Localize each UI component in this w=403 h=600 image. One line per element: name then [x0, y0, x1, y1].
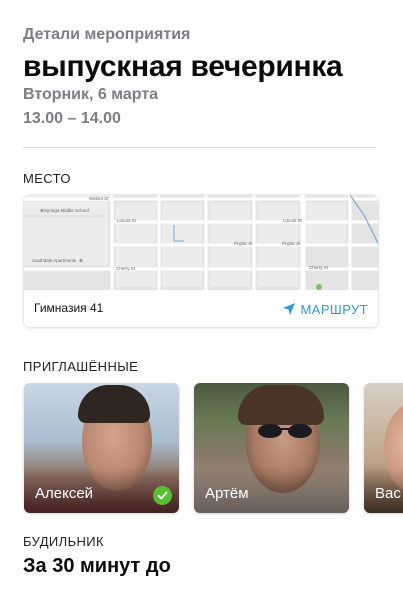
map-label-locust-2: Locust St: [283, 218, 303, 223]
event-details-card: Детали мероприятия выпускная вечеринка В…: [0, 0, 403, 600]
invited-section-label: ПРИГЛАШЁННЫЕ: [23, 359, 139, 374]
route-button[interactable]: МАРШРУТ: [282, 298, 368, 320]
map-preview[interactable]: Syringa Middle School Southdale Apartmen…: [24, 195, 378, 290]
place-card[interactable]: Syringa Middle School Southdale Apartmen…: [24, 195, 378, 327]
checkmark-icon: [153, 486, 172, 505]
navigation-arrow-icon: [282, 303, 295, 315]
map-label-school: Syringa Middle School: [44, 208, 89, 213]
event-time: 13.00 – 14.00: [23, 110, 121, 127]
event-title: выпускная вечеринка: [23, 50, 343, 83]
invited-carousel[interactable]: Алексей Артём Вас: [0, 383, 403, 515]
invitee-card[interactable]: Алексей: [24, 383, 179, 513]
map-label-poplar-1: Poplar St: [234, 241, 253, 246]
map-label-poplar-2: Poplar St: [282, 241, 301, 246]
invitee-name: Алексей: [35, 485, 94, 502]
screen-eyebrow: Детали мероприятия: [23, 26, 191, 43]
place-section-label: МЕСТО: [23, 171, 71, 186]
invitee-name: Вас: [375, 485, 401, 502]
invitee-name: Артём: [205, 485, 249, 502]
alarm-section-label: БУДИЛЬНИК: [23, 534, 105, 549]
map-label-cherry-1: Cherry St: [116, 266, 136, 271]
route-label: МАРШРУТ: [300, 301, 368, 317]
header-divider: [23, 147, 376, 148]
map-label-locust-1: Locust St: [117, 218, 137, 223]
alarm-value[interactable]: За 30 минут до: [23, 555, 171, 578]
place-name: Гимназия 41: [34, 301, 104, 315]
invitee-card[interactable]: Артём: [194, 383, 349, 513]
place-footer: Гимназия 41 МАРШРУТ: [24, 290, 378, 327]
map-label-apartments: Southdale Apartments: [32, 258, 77, 263]
map-label-cherry-2: Cherry St: [309, 265, 329, 270]
map-label-walnut: Walnut St: [89, 196, 109, 201]
event-date: Вторник, 6 марта: [23, 86, 159, 103]
invitee-card[interactable]: Вас: [364, 383, 403, 513]
